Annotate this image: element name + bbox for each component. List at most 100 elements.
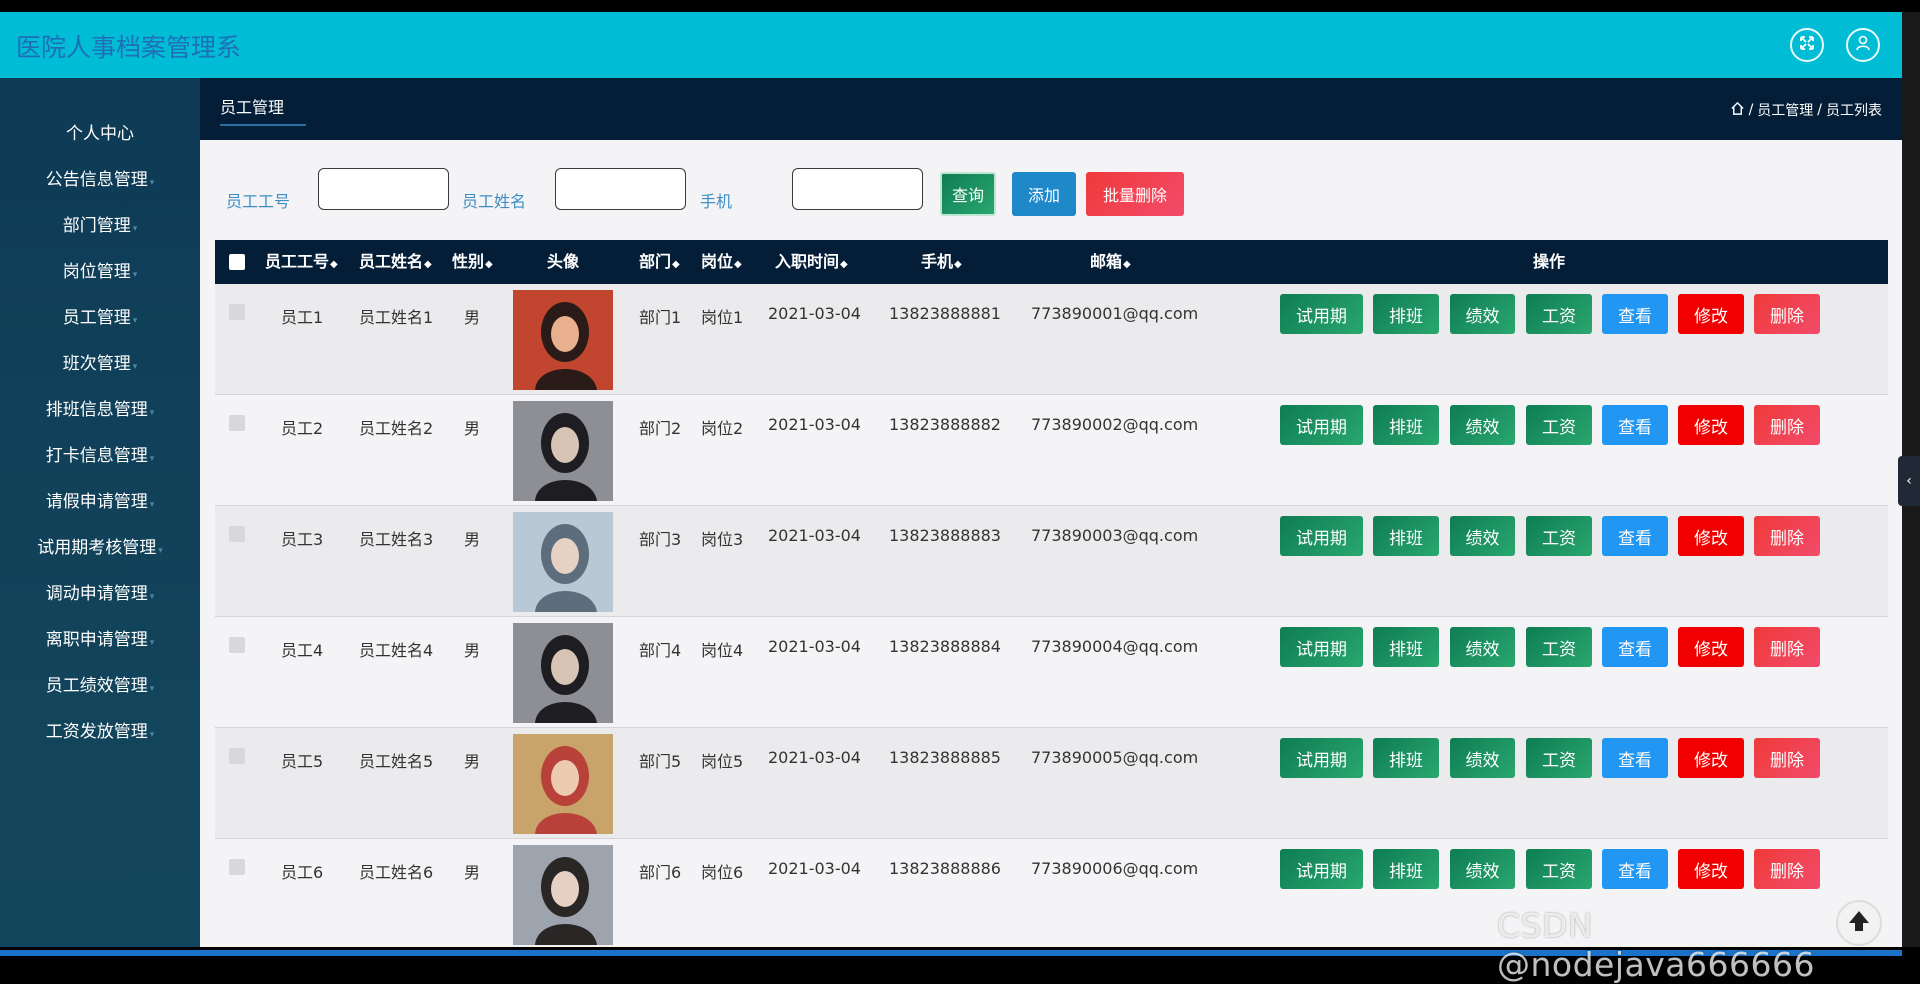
view-button[interactable]: 查看	[1602, 516, 1668, 556]
employee-id-input[interactable]	[318, 168, 449, 210]
sidebar-item[interactable]: 部门管理 ▾	[0, 206, 200, 246]
performance-button[interactable]: 绩效	[1450, 849, 1515, 889]
salary-button[interactable]: 工资	[1526, 294, 1592, 334]
view-button[interactable]: 查看	[1602, 405, 1668, 445]
schedule-button[interactable]: 排班	[1373, 627, 1439, 667]
sidebar-item[interactable]: 班次管理 ▾	[0, 344, 200, 384]
col-header-gender[interactable]: 性别◆	[452, 240, 493, 284]
col-header-id[interactable]: 员工工号◆	[265, 240, 338, 284]
performance-button[interactable]: 绩效	[1450, 294, 1515, 334]
cell-post: 岗位3	[701, 530, 744, 549]
sidebar-item[interactable]: 请假申请管理 ▾	[0, 482, 200, 522]
sidebar-item[interactable]: 个人中心	[0, 114, 200, 154]
sidebar-item[interactable]: 公告信息管理 ▾	[0, 160, 200, 200]
probation-button[interactable]: 试用期	[1280, 849, 1363, 889]
sidebar-item[interactable]: 调动申请管理 ▾	[0, 574, 200, 614]
sidebar-item[interactable]: 试用期考核管理 ▾	[0, 528, 200, 568]
row-checkbox[interactable]	[229, 748, 245, 764]
sidebar-item[interactable]: 工资发放管理 ▾	[0, 712, 200, 752]
view-button[interactable]: 查看	[1602, 738, 1668, 778]
schedule-button[interactable]: 排班	[1373, 405, 1439, 445]
schedule-button[interactable]: 排班	[1373, 516, 1439, 556]
schedule-button[interactable]: 排班	[1373, 294, 1439, 334]
cell-phone: 13823888886	[889, 859, 1001, 878]
row-checkbox[interactable]	[229, 637, 245, 653]
row-checkbox[interactable]	[229, 415, 245, 431]
employee-id-label: 员工工号	[226, 192, 291, 211]
select-all-checkbox[interactable]	[229, 254, 245, 270]
edit-button[interactable]: 修改	[1678, 738, 1744, 778]
home-icon[interactable]	[1730, 101, 1745, 120]
row-checkbox[interactable]	[229, 304, 245, 320]
delete-button[interactable]: 删除	[1754, 738, 1820, 778]
salary-button[interactable]: 工资	[1526, 738, 1592, 778]
table-row: 员工2 员工姓名2 男 部门2 岗位2 2021-03-04 13823888882 7738…	[215, 395, 1888, 506]
schedule-button[interactable]: 排班	[1373, 738, 1439, 778]
col-header-post[interactable]: 岗位◆	[701, 240, 742, 284]
cell-phone: 13823888881	[889, 304, 1001, 323]
performance-button[interactable]: 绩效	[1450, 738, 1515, 778]
edit-button[interactable]: 修改	[1678, 849, 1744, 889]
view-button[interactable]: 查看	[1602, 627, 1668, 667]
salary-button[interactable]: 工资	[1526, 405, 1592, 445]
sidebar-item-label: 公告信息管理	[45, 170, 148, 190]
schedule-button[interactable]: 排班	[1373, 849, 1439, 889]
salary-button[interactable]: 工资	[1526, 627, 1592, 667]
sidebar-item[interactable]: 离职申请管理 ▾	[0, 620, 200, 660]
probation-button[interactable]: 试用期	[1280, 738, 1363, 778]
breadcrumb-sep: /	[1748, 102, 1754, 118]
phone-input[interactable]	[792, 168, 923, 210]
row-checkbox[interactable]	[229, 859, 245, 875]
performance-button[interactable]: 绩效	[1450, 516, 1515, 556]
cell-gender: 男	[464, 419, 481, 438]
add-button[interactable]: 添加	[1012, 172, 1076, 216]
batch-delete-button[interactable]: 批量删除	[1086, 172, 1184, 216]
side-panel-toggle[interactable]: ‹	[1898, 456, 1920, 506]
delete-button[interactable]: 删除	[1754, 627, 1820, 667]
performance-button[interactable]: 绩效	[1450, 405, 1515, 445]
salary-button[interactable]: 工资	[1526, 849, 1592, 889]
chevron-down-icon: ▾	[149, 730, 155, 740]
col-header-name[interactable]: 员工姓名◆	[359, 240, 432, 284]
col-header-email[interactable]: 邮箱◆	[1090, 240, 1131, 284]
probation-button[interactable]: 试用期	[1280, 294, 1363, 334]
performance-button[interactable]: 绩效	[1450, 627, 1515, 667]
col-header-join-date[interactable]: 入职时间◆	[775, 240, 848, 284]
delete-button[interactable]: 删除	[1754, 849, 1820, 889]
sidebar: 个人中心 公告信息管理 ▾ 部门管理 ▾ 岗位管理 ▾ 员工管理 ▾ 班次管理 ▾ 排班信息管理 ▾ 打卡…	[0, 78, 200, 947]
sidebar-item[interactable]: 打卡信息管理 ▾	[0, 436, 200, 476]
edit-button[interactable]: 修改	[1678, 516, 1744, 556]
chevron-left-icon: ‹	[1906, 473, 1912, 489]
edit-button[interactable]: 修改	[1678, 627, 1744, 667]
view-button[interactable]: 查看	[1602, 294, 1668, 334]
salary-button[interactable]: 工资	[1526, 516, 1592, 556]
sidebar-item[interactable]: 员工管理 ▾	[0, 298, 200, 338]
probation-button[interactable]: 试用期	[1280, 405, 1363, 445]
cell-email: 773890006@qq.com	[1031, 859, 1199, 878]
view-button[interactable]: 查看	[1602, 849, 1668, 889]
row-checkbox[interactable]	[229, 526, 245, 542]
fullscreen-button[interactable]	[1790, 28, 1824, 62]
edit-button[interactable]: 修改	[1678, 405, 1744, 445]
breadcrumb-item-employee-management[interactable]: 员工管理	[1757, 100, 1813, 120]
phone-label: 手机	[700, 192, 733, 211]
probation-button[interactable]: 试用期	[1280, 627, 1363, 667]
probation-button[interactable]: 试用期	[1280, 516, 1363, 556]
cell-phone: 13823888883	[889, 526, 1001, 545]
col-header-phone[interactable]: 手机◆	[921, 240, 962, 284]
delete-button[interactable]: 删除	[1754, 294, 1820, 334]
cell-department: 部门1	[639, 308, 682, 327]
user-button[interactable]	[1846, 28, 1880, 62]
table-row: 员工1 员工姓名1 男 部门1 岗位1 2021-03-04 13823888881 7738…	[215, 284, 1888, 395]
tab-employee-management[interactable]: 员工管理	[220, 94, 306, 126]
query-button[interactable]: 查询	[940, 172, 996, 216]
edit-button[interactable]: 修改	[1678, 294, 1744, 334]
employee-name-input[interactable]	[555, 168, 686, 210]
sidebar-item[interactable]: 岗位管理 ▾	[0, 252, 200, 292]
sidebar-item[interactable]: 员工绩效管理 ▾	[0, 666, 200, 706]
col-header-dept[interactable]: 部门◆	[639, 240, 680, 284]
delete-button[interactable]: 删除	[1754, 516, 1820, 556]
sidebar-item[interactable]: 排班信息管理 ▾	[0, 390, 200, 430]
table-row: 员工3 员工姓名3 男 部门3 岗位3 2021-03-04 13823888883 7738…	[215, 506, 1888, 617]
delete-button[interactable]: 删除	[1754, 405, 1820, 445]
